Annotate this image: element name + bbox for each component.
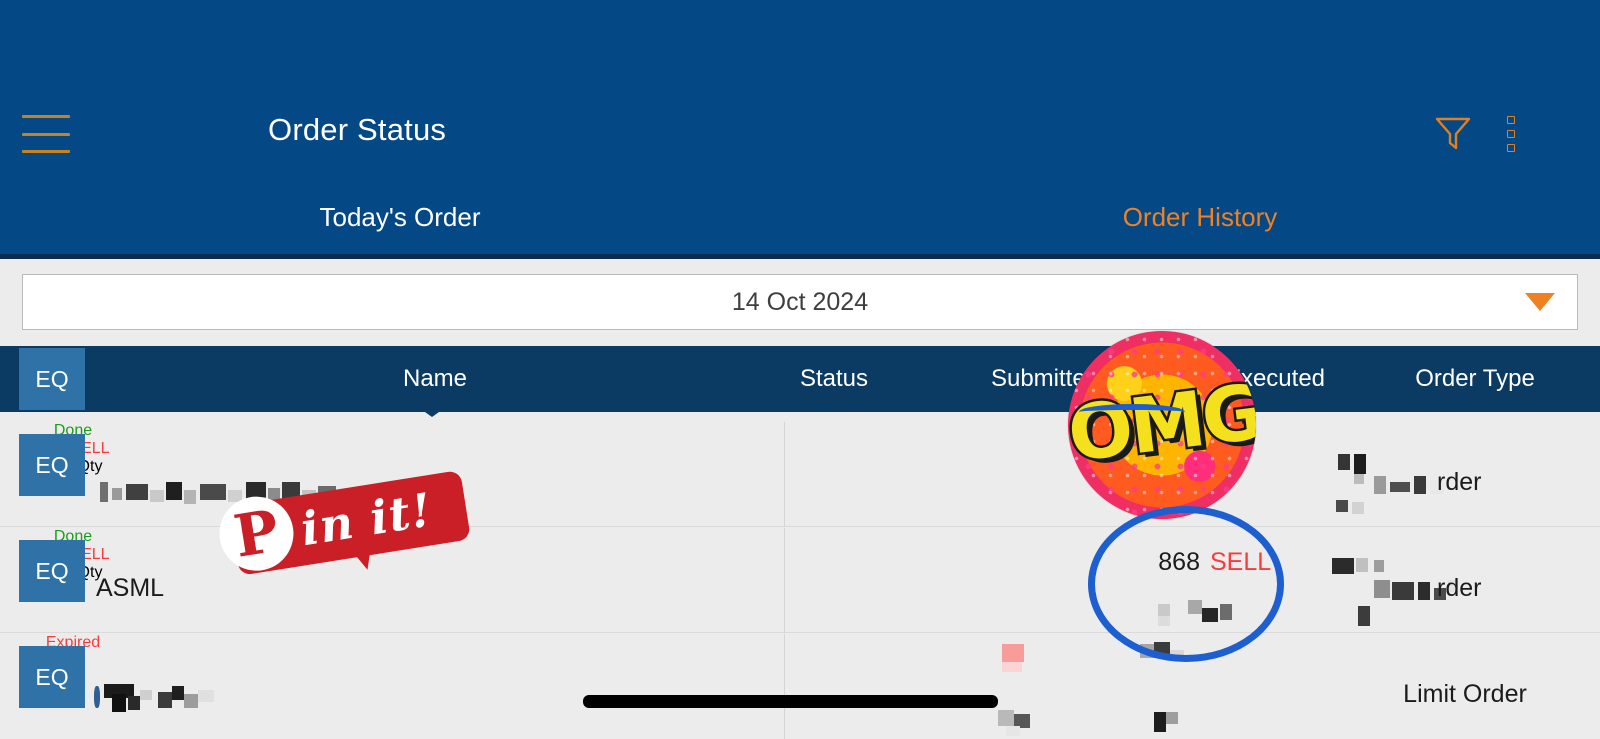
column-header-status[interactable]: Status — [784, 346, 884, 412]
table-header-row: Name Status Submitted Executed Order Typ… — [0, 346, 1600, 412]
kebab-menu-icon[interactable] — [1499, 113, 1523, 155]
chevron-down-icon — [1525, 293, 1555, 311]
filter-funnel-icon[interactable] — [1432, 112, 1474, 154]
omg-sticker: OMG — [1068, 331, 1256, 519]
date-selector-value: 14 Oct 2024 — [731, 287, 869, 316]
tab-todays-order[interactable]: Today's Order — [0, 186, 800, 258]
column-header-name[interactable]: Name — [86, 346, 784, 412]
circle-annotation-arc — [1079, 404, 1185, 420]
tab-label: Order History — [1122, 202, 1278, 232]
date-selector[interactable]: 14 Oct 2024 — [22, 274, 1578, 330]
circle-annotation — [1088, 506, 1284, 662]
hamburger-line — [22, 115, 70, 118]
row-eq-badge: EQ — [19, 540, 85, 602]
redacted-order-type-2 — [1330, 556, 1510, 634]
hamburger-icon[interactable] — [22, 112, 72, 156]
column-header-order-type[interactable]: Order Type — [1350, 346, 1600, 412]
kebab-dot — [1507, 144, 1515, 152]
row-order-type: rder — [1437, 574, 1482, 602]
kebab-dot — [1507, 130, 1515, 138]
kebab-dot — [1507, 116, 1515, 124]
app-header-bar: Order Status Today's Order Order History — [0, 0, 1600, 259]
page-title: Order Status — [268, 112, 447, 147]
row-eq-badge: EQ — [19, 434, 85, 496]
row-divider — [784, 528, 785, 633]
row-order-type: Limit Order — [1403, 680, 1527, 708]
redaction-bar — [583, 695, 998, 708]
table-row[interactable]: EQ Expired Limit Order — [0, 634, 1600, 739]
redacted-order-type-1 — [1330, 454, 1510, 528]
row-name: ASML — [96, 574, 165, 602]
row-divider — [784, 634, 785, 739]
order-status-screen: Order Status Today's Order Order History… — [0, 0, 1600, 739]
hamburger-line — [22, 132, 70, 136]
filter-funnel-glyph — [1435, 117, 1471, 150]
redacted-name-3 — [94, 682, 224, 714]
appbar-divider — [0, 254, 1600, 259]
pinit-text: in it! — [297, 482, 436, 557]
row-order-type: rder — [1437, 468, 1482, 496]
redacted-submitted-3 — [996, 642, 1086, 738]
pinterest-logo-glyph: P — [229, 496, 284, 571]
tab-order-history[interactable]: Order History — [800, 186, 1600, 258]
tab-bar: Today's Order Order History — [0, 186, 1600, 258]
column-header-eq-badge: EQ — [19, 348, 85, 410]
hamburger-line — [22, 150, 70, 153]
row-divider — [784, 422, 785, 527]
row-eq-badge: EQ — [19, 646, 85, 708]
tab-label: Today's Order — [319, 202, 481, 232]
